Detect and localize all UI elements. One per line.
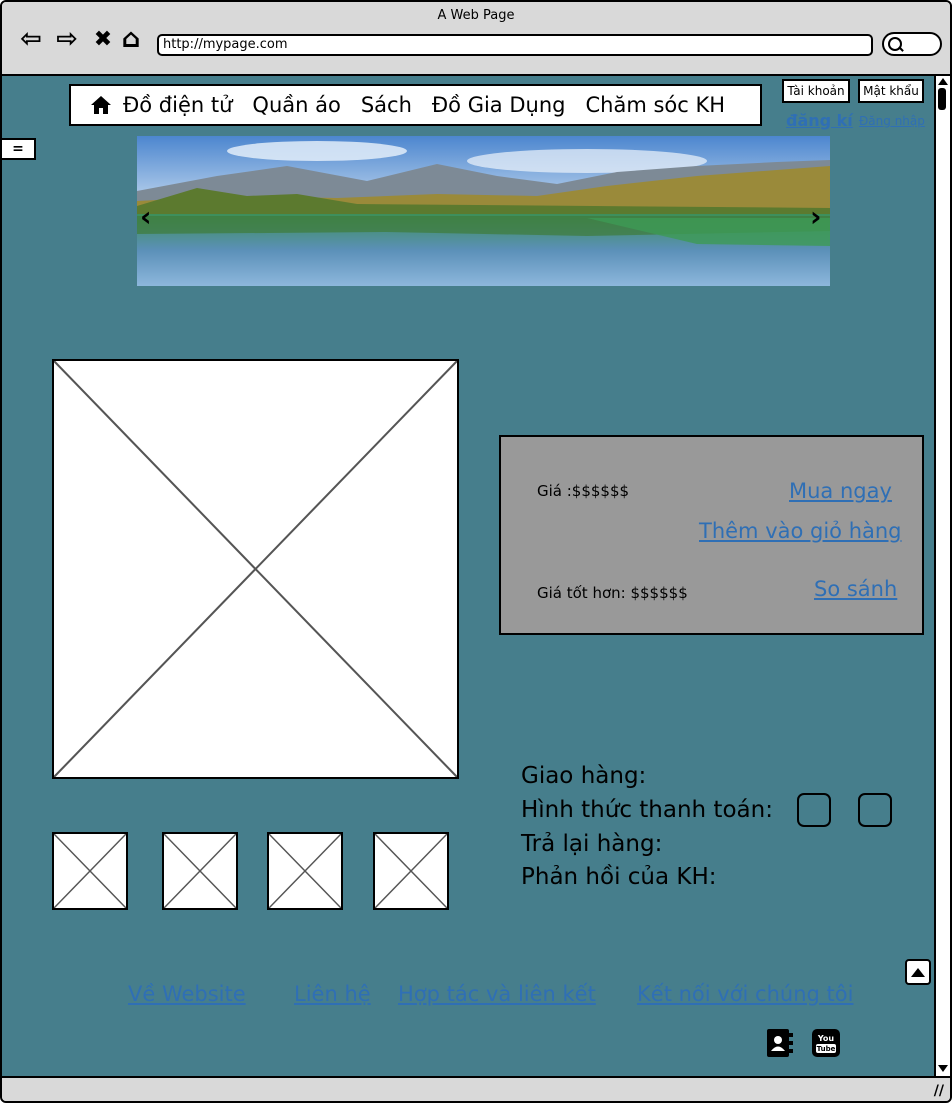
returns-label: Trả lại hàng:: [521, 831, 663, 857]
youtube-icon[interactable]: You Tube: [812, 1028, 840, 1058]
thumbnail-4[interactable]: [373, 832, 449, 910]
home-icon[interactable]: [79, 95, 123, 115]
menu-item-customer-care[interactable]: Chăm sóc KH: [585, 93, 725, 117]
banner-prev-button[interactable]: ‹: [140, 200, 152, 233]
thumbnail-1[interactable]: [52, 832, 128, 910]
feedback-label: Phản hồi của KH:: [521, 864, 717, 890]
footer-partners-link[interactable]: Hợp tác và liên kết: [398, 982, 596, 1006]
main-menu: Đồ điện tử Quần áo Sách Đồ Gia Dụng Chăm…: [69, 84, 762, 126]
svg-text:Tube: Tube: [817, 1045, 836, 1053]
better-price-label: Giá tốt hơn: $$$$$$: [537, 584, 688, 602]
register-link[interactable]: đăng kí: [786, 111, 853, 130]
back-button[interactable]: ⇦: [16, 24, 46, 54]
footer-about-link[interactable]: Về Website: [128, 982, 246, 1006]
window-title: A Web Page: [437, 8, 515, 23]
menu-item-household[interactable]: Đồ Gia Dụng: [432, 93, 566, 117]
menu-item-electronics[interactable]: Đồ điện tử: [123, 93, 232, 117]
url-input[interactable]: http://mypage.com: [157, 34, 873, 56]
compare-link[interactable]: So sánh: [814, 577, 897, 601]
price-panel: Giá :$$$$$$ Mua ngay Thêm vào giỏ hàng G…: [499, 435, 924, 635]
vertical-scrollbar[interactable]: [934, 76, 950, 1076]
scroll-top-button[interactable]: [905, 959, 931, 985]
price-label: Giá :$$$$$$: [537, 482, 630, 500]
scroll-down-arrow[interactable]: [938, 1065, 948, 1072]
username-field[interactable]: Tài khoản: [782, 79, 850, 103]
resize-grip-icon[interactable]: //: [934, 1083, 944, 1099]
footer-connect-link[interactable]: Kết nối với chúng tôi: [637, 982, 853, 1006]
thumbnail-3[interactable]: [267, 832, 343, 910]
menu-item-clothes[interactable]: Quần áo: [252, 93, 340, 117]
stop-button[interactable]: ✖: [88, 24, 118, 54]
password-field[interactable]: Mật khẩu: [858, 79, 924, 103]
home-button[interactable]: ⌂: [116, 24, 146, 54]
banner-next-button[interactable]: ›: [810, 200, 822, 233]
payment-option-1[interactable]: [797, 793, 831, 827]
buy-now-link[interactable]: Mua ngay: [789, 479, 892, 503]
address-book-icon[interactable]: [766, 1028, 794, 1058]
arrow-up-icon: [911, 967, 925, 977]
thumbnail-2[interactable]: [162, 832, 238, 910]
login-link[interactable]: Đăng nhập: [859, 114, 925, 128]
scroll-thumb[interactable]: [938, 88, 946, 110]
add-to-cart-link[interactable]: Thêm vào giỏ hàng: [699, 519, 902, 543]
status-bar: //: [2, 1076, 950, 1101]
payment-option-2[interactable]: [858, 793, 892, 827]
banner-image: [137, 136, 830, 286]
svg-text:You: You: [817, 1034, 835, 1043]
menu-item-books[interactable]: Sách: [361, 93, 412, 117]
title-bar: A Web Page ⇦ ⇨ ✖ ⌂ http://mypage.com: [2, 2, 950, 76]
forward-button[interactable]: ⇨: [52, 24, 82, 54]
payment-label: Hình thức thanh toán:: [521, 797, 773, 823]
footer-contact-link[interactable]: Liên hệ: [294, 982, 371, 1006]
scroll-up-arrow[interactable]: [938, 78, 948, 85]
product-image-placeholder: [52, 359, 459, 779]
search-input[interactable]: [882, 32, 942, 56]
browser-window: A Web Page ⇦ ⇨ ✖ ⌂ http://mypage.com Đồ …: [0, 0, 952, 1103]
side-menu-button[interactable]: =: [2, 138, 36, 160]
shipping-label: Giao hàng:: [521, 763, 647, 789]
page-content: Đồ điện tử Quần áo Sách Đồ Gia Dụng Chăm…: [2, 76, 934, 1076]
